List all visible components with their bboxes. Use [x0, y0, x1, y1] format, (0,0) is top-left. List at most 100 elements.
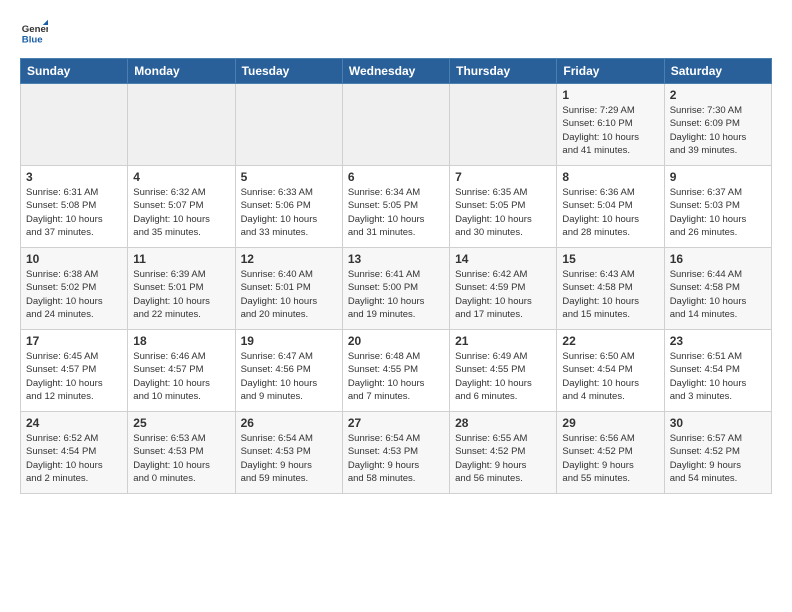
day-number: 29 [562, 416, 658, 430]
day-number: 25 [133, 416, 229, 430]
day-cell-18: 18Sunrise: 6:46 AM Sunset: 4:57 PM Dayli… [128, 330, 235, 412]
day-number: 26 [241, 416, 337, 430]
page: General Blue SundayMondayTuesdayWednesda… [0, 0, 792, 504]
day-cell-22: 22 Sunrise: 6:50 AM Sunset: 4:54 PM Dayli… [557, 330, 664, 412]
day-info: Sunrise: 6:36 AM Sunset: 5:04 PM Dayligh… [562, 186, 658, 239]
day-info: Sunrise: 6:51 AM Sunset: 4:54 PM Dayligh… [670, 350, 766, 403]
day-number: 24 [26, 416, 122, 430]
day-number: 17 [26, 334, 122, 348]
day-cell-13: 13Sunrise: 6:41 AM Sunset: 5:00 PM Dayli… [342, 248, 449, 330]
day-info: Sunrise: 6:45 AM Sunset: 4:57 PM Dayligh… [26, 350, 122, 403]
day-info: Sunrise: 6:44 AM Sunset: 4:58 PM Dayligh… [670, 268, 766, 321]
day-cell-21: 21 Sunrise: 6:49 AM Sunset: 4:55 PM Dayli… [450, 330, 557, 412]
day-cell-19: 19 Sunrise: 6:47 AM Sunset: 4:56 PM Dayli… [235, 330, 342, 412]
logo-icon: General Blue [20, 18, 48, 46]
day-cell-3: 3 Sunrise: 6:31 AM Sunset: 5:08 PM Daylig… [21, 166, 128, 248]
day-cell-2: 2Sunrise: 7:30 AM Sunset: 6:09 PM Daylig… [664, 84, 771, 166]
day-info: Sunrise: 6:56 AM Sunset: 4:52 PM Dayligh… [562, 432, 658, 485]
day-cell-7: 7 Sunrise: 6:35 AM Sunset: 5:05 PM Daylig… [450, 166, 557, 248]
day-number: 1 [562, 88, 658, 102]
day-info: Sunrise: 6:33 AM Sunset: 5:06 PM Dayligh… [241, 186, 337, 239]
day-number: 5 [241, 170, 337, 184]
weekday-row: SundayMondayTuesdayWednesdayThursdayFrid… [21, 59, 772, 84]
day-number: 16 [670, 252, 766, 266]
empty-cell [342, 84, 449, 166]
week-row-1: 1 Sunrise: 7:29 AM Sunset: 6:10 PM Daylig… [21, 84, 772, 166]
weekday-header-thursday: Thursday [450, 59, 557, 84]
day-cell-30: 30Sunrise: 6:57 AM Sunset: 4:52 PM Dayli… [664, 412, 771, 494]
day-cell-28: 28Sunrise: 6:55 AM Sunset: 4:52 PM Dayli… [450, 412, 557, 494]
day-cell-15: 15 Sunrise: 6:43 AM Sunset: 4:58 PM Dayli… [557, 248, 664, 330]
day-cell-10: 10 Sunrise: 6:38 AM Sunset: 5:02 PM Dayli… [21, 248, 128, 330]
day-info: Sunrise: 6:39 AM Sunset: 5:01 PM Dayligh… [133, 268, 229, 321]
day-cell-20: 20Sunrise: 6:48 AM Sunset: 4:55 PM Dayli… [342, 330, 449, 412]
day-number: 6 [348, 170, 444, 184]
day-number: 9 [670, 170, 766, 184]
day-cell-24: 24Sunrise: 6:52 AM Sunset: 4:54 PM Dayli… [21, 412, 128, 494]
day-number: 28 [455, 416, 551, 430]
day-number: 27 [348, 416, 444, 430]
day-number: 12 [241, 252, 337, 266]
calendar-header: SundayMondayTuesdayWednesdayThursdayFrid… [21, 59, 772, 84]
day-info: Sunrise: 6:54 AM Sunset: 4:53 PM Dayligh… [241, 432, 337, 485]
day-cell-16: 16 Sunrise: 6:44 AM Sunset: 4:58 PM Dayli… [664, 248, 771, 330]
day-number: 15 [562, 252, 658, 266]
weekday-header-friday: Friday [557, 59, 664, 84]
day-cell-6: 6 Sunrise: 6:34 AM Sunset: 5:05 PM Daylig… [342, 166, 449, 248]
weekday-header-wednesday: Wednesday [342, 59, 449, 84]
empty-cell [21, 84, 128, 166]
day-info: Sunrise: 6:37 AM Sunset: 5:03 PM Dayligh… [670, 186, 766, 239]
logo: General Blue [20, 18, 48, 46]
svg-text:Blue: Blue [22, 35, 43, 46]
day-info: Sunrise: 6:54 AM Sunset: 4:53 PM Dayligh… [348, 432, 444, 485]
day-info: Sunrise: 6:35 AM Sunset: 5:05 PM Dayligh… [455, 186, 551, 239]
empty-cell [128, 84, 235, 166]
day-number: 19 [241, 334, 337, 348]
day-info: Sunrise: 6:31 AM Sunset: 5:08 PM Dayligh… [26, 186, 122, 239]
day-number: 8 [562, 170, 658, 184]
day-info: Sunrise: 6:48 AM Sunset: 4:55 PM Dayligh… [348, 350, 444, 403]
day-info: Sunrise: 6:32 AM Sunset: 5:07 PM Dayligh… [133, 186, 229, 239]
day-number: 10 [26, 252, 122, 266]
weekday-header-tuesday: Tuesday [235, 59, 342, 84]
day-cell-5: 5 Sunrise: 6:33 AM Sunset: 5:06 PM Daylig… [235, 166, 342, 248]
day-cell-1: 1 Sunrise: 7:29 AM Sunset: 6:10 PM Daylig… [557, 84, 664, 166]
day-cell-12: 12Sunrise: 6:40 AM Sunset: 5:01 PM Dayli… [235, 248, 342, 330]
day-info: Sunrise: 6:34 AM Sunset: 5:05 PM Dayligh… [348, 186, 444, 239]
day-info: Sunrise: 6:49 AM Sunset: 4:55 PM Dayligh… [455, 350, 551, 403]
day-info: Sunrise: 6:41 AM Sunset: 5:00 PM Dayligh… [348, 268, 444, 321]
day-info: Sunrise: 6:38 AM Sunset: 5:02 PM Dayligh… [26, 268, 122, 321]
weekday-header-saturday: Saturday [664, 59, 771, 84]
day-info: Sunrise: 7:30 AM Sunset: 6:09 PM Dayligh… [670, 104, 766, 157]
day-number: 4 [133, 170, 229, 184]
day-cell-25: 25Sunrise: 6:53 AM Sunset: 4:53 PM Dayli… [128, 412, 235, 494]
header: General Blue [20, 18, 772, 46]
day-info: Sunrise: 6:42 AM Sunset: 4:59 PM Dayligh… [455, 268, 551, 321]
week-row-3: 10 Sunrise: 6:38 AM Sunset: 5:02 PM Dayli… [21, 248, 772, 330]
calendar-table: SundayMondayTuesdayWednesdayThursdayFrid… [20, 58, 772, 494]
day-number: 22 [562, 334, 658, 348]
day-info: Sunrise: 6:50 AM Sunset: 4:54 PM Dayligh… [562, 350, 658, 403]
day-number: 21 [455, 334, 551, 348]
day-info: Sunrise: 6:43 AM Sunset: 4:58 PM Dayligh… [562, 268, 658, 321]
day-cell-4: 4 Sunrise: 6:32 AM Sunset: 5:07 PM Daylig… [128, 166, 235, 248]
day-number: 14 [455, 252, 551, 266]
day-number: 30 [670, 416, 766, 430]
day-cell-8: 8 Sunrise: 6:36 AM Sunset: 5:04 PM Daylig… [557, 166, 664, 248]
day-cell-26: 26 Sunrise: 6:54 AM Sunset: 4:53 PM Dayli… [235, 412, 342, 494]
day-info: Sunrise: 6:47 AM Sunset: 4:56 PM Dayligh… [241, 350, 337, 403]
weekday-header-sunday: Sunday [21, 59, 128, 84]
day-number: 18 [133, 334, 229, 348]
day-cell-17: 17 Sunrise: 6:45 AM Sunset: 4:57 PM Dayli… [21, 330, 128, 412]
day-number: 3 [26, 170, 122, 184]
day-number: 11 [133, 252, 229, 266]
day-number: 7 [455, 170, 551, 184]
day-cell-9: 9 Sunrise: 6:37 AM Sunset: 5:03 PM Daylig… [664, 166, 771, 248]
week-row-5: 24Sunrise: 6:52 AM Sunset: 4:54 PM Dayli… [21, 412, 772, 494]
week-row-4: 17 Sunrise: 6:45 AM Sunset: 4:57 PM Dayli… [21, 330, 772, 412]
empty-cell [450, 84, 557, 166]
day-cell-23: 23Sunrise: 6:51 AM Sunset: 4:54 PM Dayli… [664, 330, 771, 412]
day-cell-11: 11 Sunrise: 6:39 AM Sunset: 5:01 PM Dayli… [128, 248, 235, 330]
empty-cell [235, 84, 342, 166]
day-info: Sunrise: 7:29 AM Sunset: 6:10 PM Dayligh… [562, 104, 658, 157]
